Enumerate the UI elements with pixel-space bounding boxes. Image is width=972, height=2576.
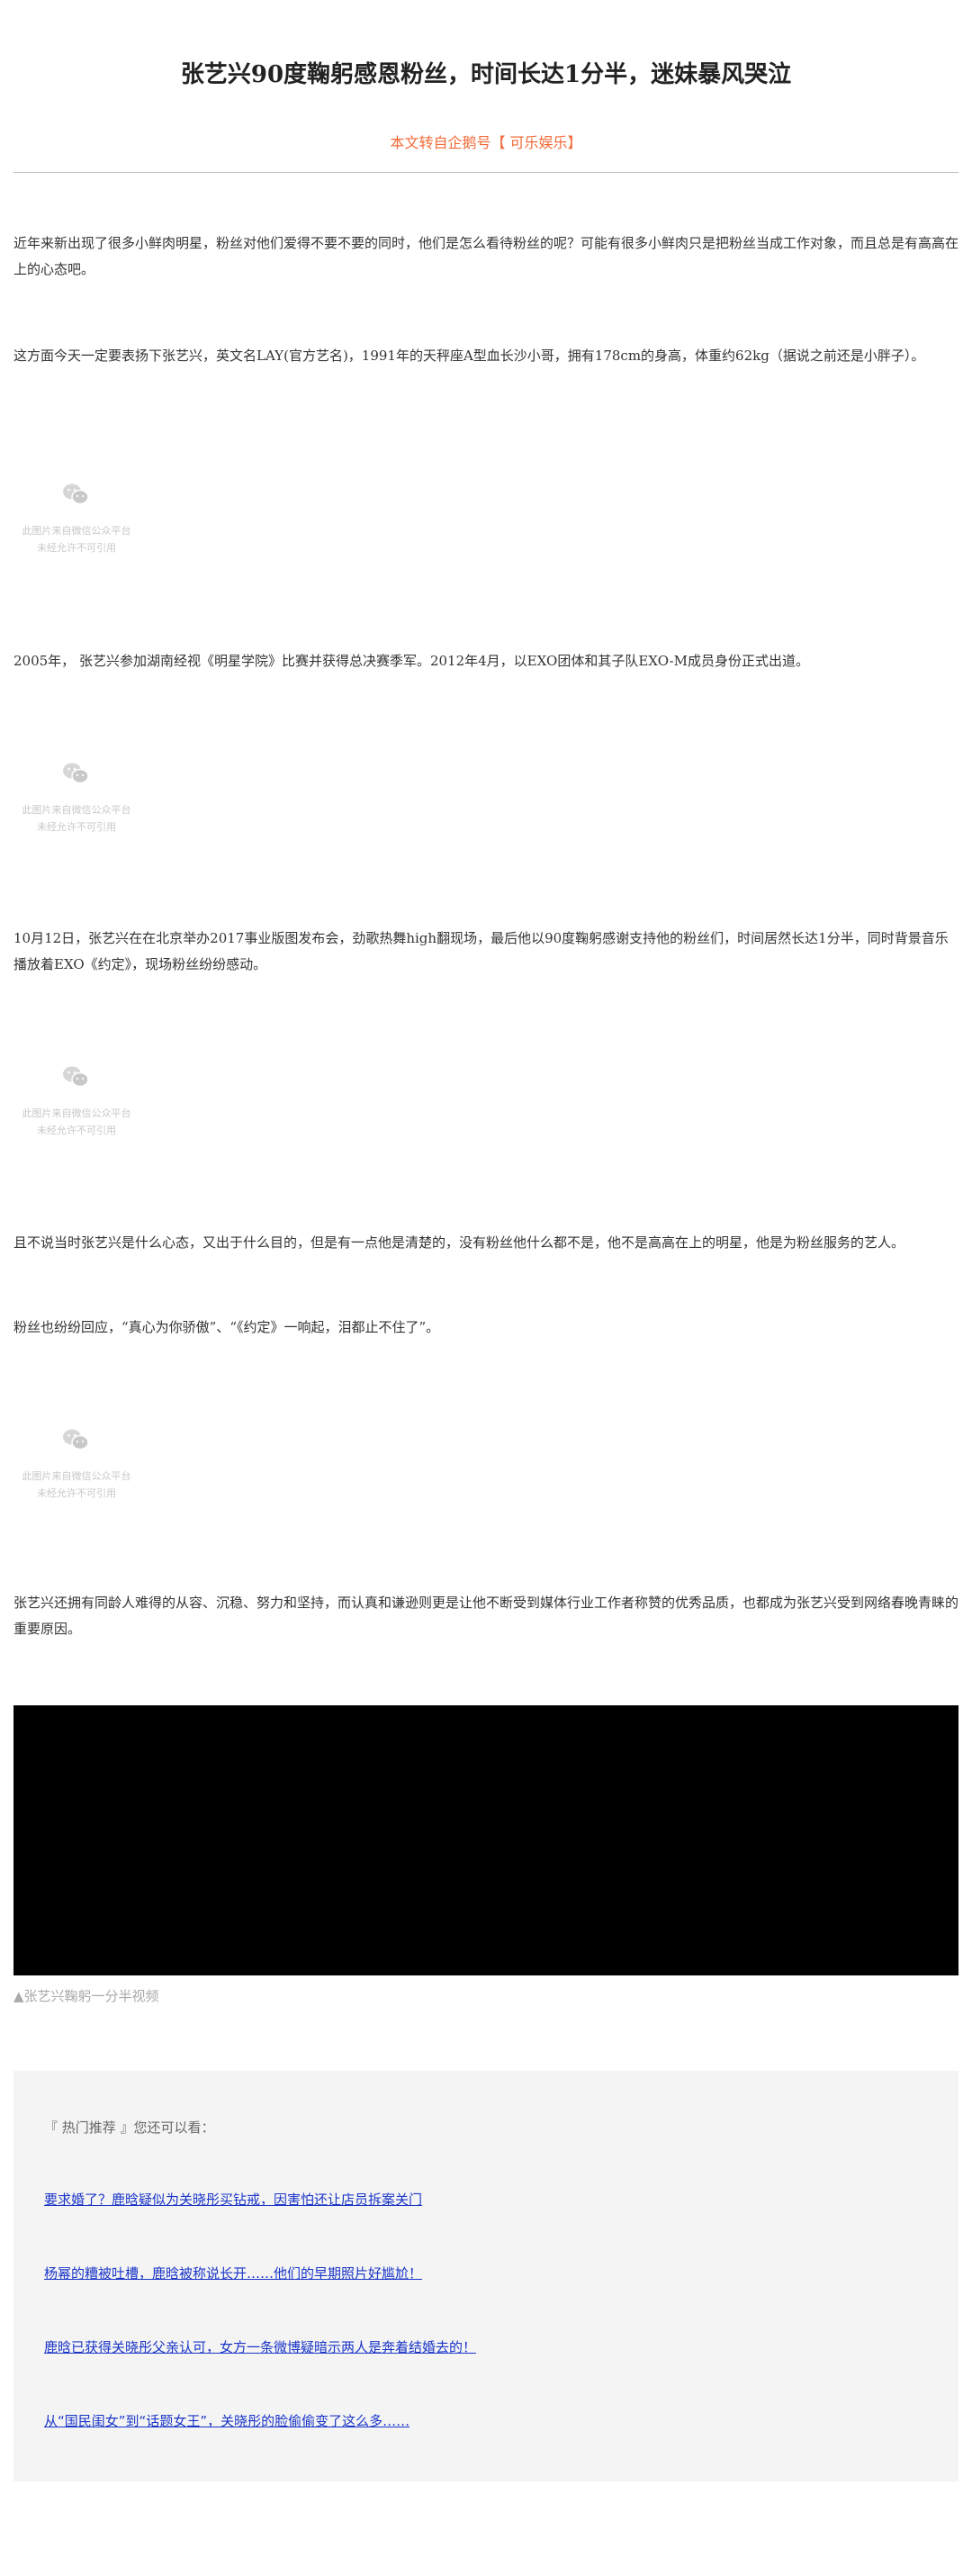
paragraph: 10月12日，张艺兴在在北京举办2017事业版图发布会，劲歌热舞high翻现场，… — [14, 930, 949, 972]
recommend-heading: 『 热门推荐 』您还可以看： — [44, 2120, 215, 2136]
recommend-link[interactable]: 要求婚了？鹿晗疑似为关晓彤买钻戒，因害怕还让店员拆案关门 — [44, 2190, 422, 2209]
placeholder-line2: 未经允许不可引用 — [37, 1125, 116, 1136]
video-player[interactable] — [14, 1705, 958, 1975]
image-placeholder: 此图片来自微信公众平台 未经允许不可引用 — [14, 762, 131, 843]
paragraph: 张艺兴还拥有同龄人难得的从容、沉稳、努力和坚持，而认真和谦逊则更是让他不断受到媒… — [14, 1595, 959, 1637]
placeholder-line1: 此图片来自微信公众平台 — [22, 804, 131, 816]
paragraph: 2005年， 张艺兴参加湖南经视《明星学院》比赛并获得总决赛季军。2012年4月… — [14, 653, 809, 669]
paragraph: 近年来新出现了很多小鲜肉明星，粉丝对他们爱得不要不要的同时，他们是怎么看待粉丝的… — [14, 235, 959, 277]
wechat-icon — [63, 484, 89, 505]
paragraph: 这方面今天一定要表扬下张艺兴，英文名LAY(官方艺名)，1991年的天秤座A型血… — [14, 348, 925, 364]
placeholder-line2: 未经允许不可引用 — [37, 1487, 116, 1499]
wechat-icon — [63, 1066, 89, 1088]
wechat-icon — [63, 763, 89, 784]
placeholder-line2: 未经允许不可引用 — [37, 821, 116, 833]
placeholder-line1: 此图片来自微信公众平台 — [22, 1107, 131, 1119]
paragraph: 且不说当时张艺兴是什么心态，又出于什么目的，但是有一点他是清楚的，没有粉丝他什么… — [14, 1234, 905, 1251]
recommend-link[interactable]: 从“国民闺女”到“话题女王”，关晓彤的脸偷偷变了这么多…… — [44, 2411, 410, 2430]
paragraph: 粉丝也纷纷回应，“真心为你骄傲”、“《约定》一响起，泪都止不住了”。 — [14, 1319, 440, 1335]
placeholder-line1: 此图片来自微信公众平台 — [22, 1470, 131, 1482]
placeholder-line1: 此图片来自微信公众平台 — [22, 525, 131, 537]
recommend-link[interactable]: 鹿晗已获得关晓彤父亲认可，女方一条微博疑暗示两人是奔着结婚去的！ — [44, 2337, 476, 2356]
article-source[interactable]: 本文转自企鹅号【 可乐娱乐】 — [0, 131, 972, 152]
article-title: 张艺兴90度鞠躬感恩粉丝，时间长达1分半，迷妹暴风哭泣 — [180, 61, 792, 88]
image-placeholder: 此图片来自微信公众平台 未经允许不可引用 — [14, 483, 131, 564]
image-placeholder: 此图片来自微信公众平台 未经允许不可引用 — [14, 1065, 131, 1146]
recommend-panel: 『 热门推荐 』您还可以看： 要求婚了？鹿晗疑似为关晓彤买钻戒，因害怕还让店员拆… — [14, 2071, 958, 2481]
placeholder-line2: 未经允许不可引用 — [37, 542, 116, 554]
header-divider — [14, 172, 958, 173]
video-caption: ▲张艺兴鞠躬一分半视频 — [14, 1988, 159, 2004]
wechat-icon — [63, 1429, 89, 1451]
image-placeholder: 此图片来自微信公众平台 未经允许不可引用 — [14, 1428, 131, 1509]
recommend-link[interactable]: 杨幂的糟被吐槽，鹿晗被称说长开……他们的早期照片好尴尬！ — [44, 2264, 422, 2282]
